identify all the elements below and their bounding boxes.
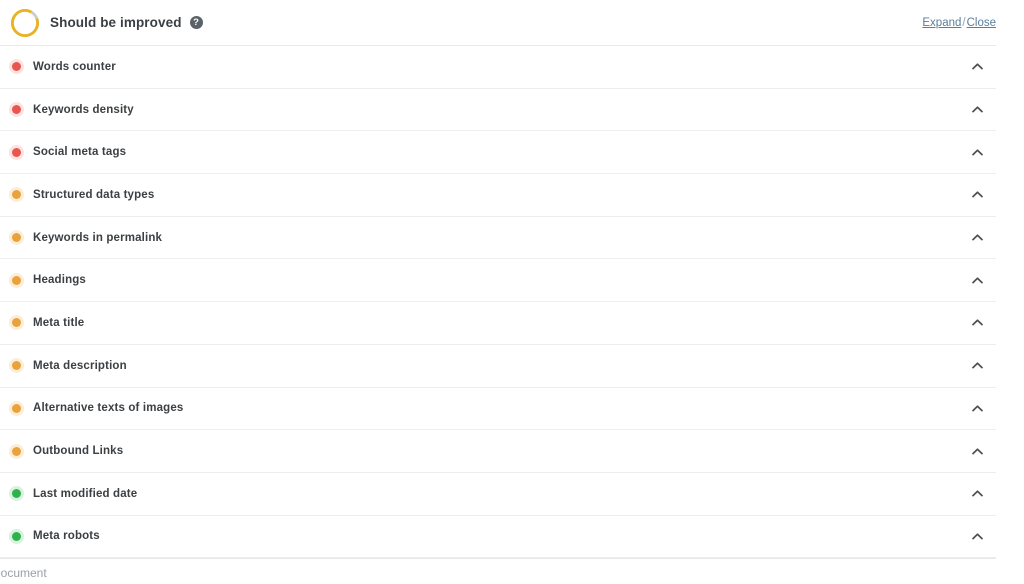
chevron-up-icon[interactable] bbox=[970, 444, 984, 458]
audit-item-row[interactable]: Social meta tags bbox=[0, 131, 996, 175]
audit-item-label: Keywords density bbox=[33, 103, 134, 116]
audit-item-label: Social meta tags bbox=[33, 146, 127, 159]
card-header: Should be improved ? Expand/Close bbox=[0, 0, 996, 46]
page-root: Should be improved ? Expand/Close Words … bbox=[0, 0, 1024, 584]
status-dot bbox=[12, 275, 21, 285]
audit-item-label: Headings bbox=[33, 274, 86, 287]
audit-item-label: Alternative texts of images bbox=[33, 402, 184, 415]
status-dot bbox=[12, 531, 21, 541]
audit-item-row[interactable]: Meta robots bbox=[0, 515, 996, 559]
chevron-up-icon[interactable] bbox=[970, 316, 984, 330]
chevron-up-icon[interactable] bbox=[970, 103, 984, 117]
status-dot bbox=[12, 318, 21, 328]
audit-item-row[interactable]: Alternative texts of images bbox=[0, 387, 996, 431]
progress-ring-icon bbox=[10, 8, 40, 38]
chevron-up-icon[interactable] bbox=[970, 145, 984, 159]
audit-item-label: Meta description bbox=[33, 359, 127, 372]
expand-link[interactable]: Expand bbox=[922, 17, 961, 29]
chevron-up-icon[interactable] bbox=[970, 60, 984, 74]
audit-item-row[interactable]: Last modified date bbox=[0, 472, 996, 516]
chevron-up-icon[interactable] bbox=[970, 188, 984, 202]
audit-item-row[interactable]: Keywords in permalink bbox=[0, 216, 996, 260]
chevron-up-icon[interactable] bbox=[970, 273, 984, 287]
status-dot bbox=[12, 446, 21, 456]
audit-item-row[interactable]: Headings bbox=[0, 259, 996, 303]
chevron-up-icon[interactable] bbox=[970, 231, 984, 245]
status-dot bbox=[12, 233, 21, 243]
status-dot bbox=[12, 105, 21, 115]
audit-item-label: Structured data types bbox=[33, 188, 155, 201]
status-dot bbox=[12, 62, 21, 72]
chevron-up-icon[interactable] bbox=[970, 487, 984, 501]
should-be-improved-card: Should be improved ? Expand/Close Words … bbox=[0, 0, 996, 560]
header-actions: Expand/Close bbox=[922, 17, 996, 29]
chevron-up-icon[interactable] bbox=[970, 401, 984, 415]
audit-item-list: Words counter Keywords density Social meta… bbox=[0, 46, 996, 559]
question-mark-circle-icon[interactable]: ? bbox=[189, 16, 203, 29]
audit-item-label: Keywords in permalink bbox=[33, 231, 163, 244]
audit-item-row[interactable]: Outbound Links bbox=[0, 430, 996, 473]
chevron-up-icon[interactable] bbox=[970, 359, 984, 373]
audit-item-row[interactable]: Meta title bbox=[0, 302, 996, 345]
audit-item-label: Meta robots bbox=[33, 530, 100, 543]
audit-item-label: Last modified date bbox=[33, 487, 138, 500]
status-dot bbox=[12, 361, 21, 371]
chevron-up-icon[interactable] bbox=[970, 529, 984, 543]
audit-item-row[interactable]: Meta description bbox=[0, 344, 996, 388]
audit-item-row[interactable]: Words counter bbox=[0, 46, 996, 89]
close-link[interactable]: Close bbox=[967, 17, 996, 29]
audit-item-label: Words counter bbox=[33, 60, 116, 73]
page-title: Should be improved bbox=[50, 15, 182, 30]
status-dot bbox=[12, 190, 21, 200]
audit-item-label: Meta title bbox=[33, 316, 85, 329]
status-dot bbox=[12, 489, 21, 499]
audit-item-row[interactable]: Keywords density bbox=[0, 88, 996, 132]
audit-item-row[interactable]: Structured data types bbox=[0, 174, 996, 217]
clipped-footer-text: Document bbox=[0, 566, 47, 580]
status-dot bbox=[12, 147, 21, 157]
status-dot bbox=[12, 403, 21, 413]
audit-item-label: Outbound Links bbox=[33, 445, 124, 458]
